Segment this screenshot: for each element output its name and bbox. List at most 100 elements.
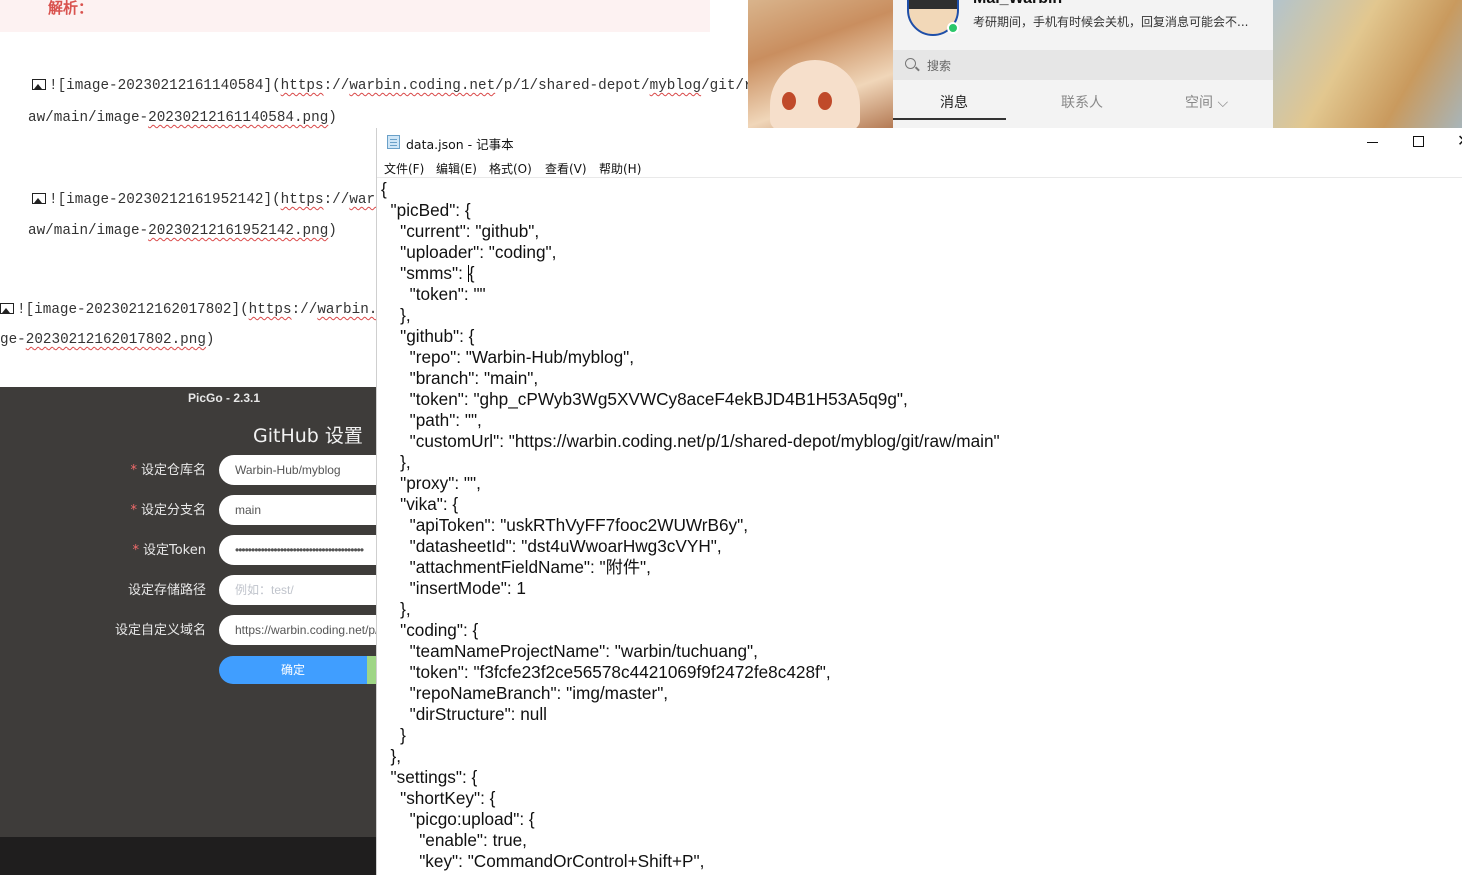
analysis-label: 解析： bbox=[48, 0, 94, 17]
tab-contacts[interactable]: 联系人 bbox=[1061, 92, 1103, 112]
text-line: "smms": { bbox=[381, 263, 475, 283]
broken-image-icon bbox=[32, 79, 46, 90]
wallpaper-right bbox=[1273, 0, 1462, 128]
menu-bar: 文件(F) 编辑(E) 格式(O) 查看(V) 帮助(H) bbox=[377, 156, 1462, 178]
markdown-text: :// bbox=[323, 78, 350, 94]
window-title: data.json - 记事本 bbox=[406, 137, 514, 152]
anime-eye-right bbox=[818, 92, 832, 110]
text-line: "token": "ghp_cPWyb3Wg5XVWCy8aceF4ekBJD4… bbox=[381, 389, 908, 409]
menu-view[interactable]: 查看(V) bbox=[545, 160, 587, 177]
markdown-text: ) bbox=[328, 110, 337, 126]
search-placeholder: 搜索 bbox=[927, 59, 952, 73]
text-line: "token": "f3fcfe23f2ce56578c4421069f9f24… bbox=[381, 662, 831, 682]
text-line: "shortKey": { bbox=[381, 788, 496, 808]
notepad-window: data.json - 记事本 ✕ 文件(F) 编辑(E) 格式(O) 查看(V… bbox=[376, 128, 1462, 875]
text-line: "settings": { bbox=[381, 767, 478, 787]
required-mark: * bbox=[130, 503, 137, 518]
required-mark: * bbox=[132, 543, 140, 558]
text-line: "enable": true, bbox=[381, 830, 527, 850]
text-line: "insertMode": 1 bbox=[381, 578, 526, 598]
markdown-line: ![image-20230212161952142](https://warb bbox=[32, 192, 384, 208]
markdown-line: ge-20230212162017802.png) bbox=[0, 332, 215, 348]
text-line: "proxy": "", bbox=[381, 473, 481, 493]
token-label: * 设定Token bbox=[132, 543, 207, 558]
markdown-text: ) bbox=[205, 332, 215, 348]
tab-indicator bbox=[893, 118, 1006, 120]
text-line: "picgo:upload": { bbox=[381, 809, 535, 829]
anime-eye-left bbox=[782, 92, 796, 110]
text-line: "apiToken": "uskRThVyFF7fooc2WUWrB6y", bbox=[381, 515, 748, 535]
settings-heading: GitHub 设置 bbox=[253, 425, 363, 447]
text-line: }, bbox=[381, 305, 411, 325]
text-line: "repo": "Warbin-Hub/myblog", bbox=[381, 347, 635, 367]
profile-name[interactable]: Mai_Warbin bbox=[973, 0, 1062, 8]
link-scheme: https bbox=[280, 192, 324, 208]
text-line: }, bbox=[381, 599, 411, 619]
link-segment: myblog bbox=[649, 78, 702, 94]
custom-domain-input[interactable]: https://warbin.coding.net/p/1/ bbox=[219, 615, 376, 645]
confirm-button[interactable]: 确定 bbox=[219, 656, 367, 684]
image-filename: 20230212161140584.png bbox=[148, 110, 329, 126]
text-line: "branch": "main", bbox=[381, 368, 539, 388]
required-mark: * bbox=[130, 463, 137, 478]
secondary-button[interactable] bbox=[367, 656, 376, 684]
markdown-text: /p/1/shared-depot/ bbox=[495, 78, 650, 94]
tab-space[interactable]: 空间 ⌵ bbox=[1185, 92, 1228, 112]
menu-file[interactable]: 文件(F) bbox=[384, 160, 424, 177]
text-line: "dirStructure": null bbox=[381, 704, 547, 724]
text-line: "attachmentFieldName": "附件", bbox=[381, 557, 651, 577]
markdown-line: aw/main/image-20230212161952142.png) bbox=[28, 223, 337, 239]
text-line: "coding": { bbox=[381, 620, 479, 640]
link-host: warbin.coding.net bbox=[349, 78, 496, 94]
path-input[interactable]: 例如：test/ bbox=[219, 575, 376, 605]
markdown-text: ) bbox=[328, 223, 337, 239]
tab-messages[interactable]: 消息 bbox=[940, 92, 968, 112]
close-button[interactable]: ✕ bbox=[1457, 132, 1462, 152]
text-line: "datasheetId": "dst4uWwoarHwg3cVYH", bbox=[381, 536, 722, 556]
link-scheme: https bbox=[280, 78, 324, 94]
menu-edit[interactable]: 编辑(E) bbox=[436, 160, 477, 177]
repo-label: * 设定仓库名 bbox=[130, 463, 206, 478]
menu-help[interactable]: 帮助(H) bbox=[599, 160, 641, 177]
text-line: "path": "", bbox=[381, 410, 482, 430]
image-filename: 20230212162017802.png bbox=[25, 332, 206, 348]
link-scheme: https bbox=[248, 302, 292, 318]
broken-image-icon bbox=[32, 193, 46, 204]
markdown-text: /git/r bbox=[701, 78, 748, 94]
text-line: "key": "CommandOrControl+Shift+P", bbox=[381, 851, 705, 871]
markdown-line: ![image-20230212162017802](https://warbi… bbox=[0, 302, 386, 318]
markdown-text: ![image-20230212161140584]( bbox=[49, 78, 281, 94]
markdown-text: aw/main/image- bbox=[28, 223, 149, 239]
text-line: "token": "" bbox=[381, 284, 486, 304]
picgo-footer bbox=[0, 837, 376, 875]
text-line: }, bbox=[381, 746, 402, 766]
markdown-text: ge- bbox=[0, 332, 26, 348]
text-line: "customUrl": "https://warbin.coding.net/… bbox=[381, 431, 1000, 451]
profile-status[interactable]: 考研期间，手机有时候会关机，回复消息可能会不... bbox=[973, 13, 1248, 30]
text-area[interactable]: { "picBed": { "current": "github", "uplo… bbox=[381, 179, 1462, 875]
token-input[interactable]: •••••••••••••••••••••••••••••••••••••••• bbox=[219, 535, 376, 565]
repo-input[interactable]: Warbin-Hub/myblog bbox=[219, 455, 376, 485]
text-line: "vika": { bbox=[381, 494, 459, 514]
text-line: "uploader": "coding", bbox=[381, 242, 557, 262]
qq-window: Mai_Warbin 考研期间，手机有时候会关机，回复消息可能会不... 搜索 … bbox=[748, 0, 1462, 128]
text-line: "repoNameBranch": "img/master", bbox=[381, 683, 669, 703]
menu-format[interactable]: 格式(O) bbox=[489, 160, 532, 177]
notepad-icon bbox=[387, 135, 400, 149]
text-line: "current": "github", bbox=[381, 221, 540, 241]
search-bar[interactable]: 搜索 bbox=[893, 50, 1273, 80]
markdown-line: aw/main/image-20230212161140584.png) bbox=[28, 110, 337, 126]
markdown-text: aw/main/image- bbox=[28, 110, 149, 126]
maximize-button[interactable] bbox=[1409, 132, 1429, 152]
notepad-titlebar[interactable]: data.json - 记事本 ✕ bbox=[377, 128, 1462, 156]
branch-label: * 设定分支名 bbox=[130, 503, 206, 518]
minimize-button[interactable] bbox=[1363, 132, 1383, 152]
text-line: } bbox=[381, 725, 406, 745]
markdown-line: ![image-20230212161140584](https://warbi… bbox=[32, 78, 748, 94]
image-filename: 20230212161952142.png bbox=[148, 223, 329, 239]
picgo-window: PicGo - 2.3.1 GitHub 设置 * 设定仓库名 Warbin-Hu… bbox=[0, 387, 376, 875]
branch-input[interactable]: main bbox=[219, 495, 376, 525]
markdown-text: ![image-20230212161952142]( bbox=[49, 192, 281, 208]
analysis-banner: 解析： bbox=[0, 0, 710, 32]
text-line: "teamNameProjectName": "warbin/tuchuang"… bbox=[381, 641, 758, 661]
